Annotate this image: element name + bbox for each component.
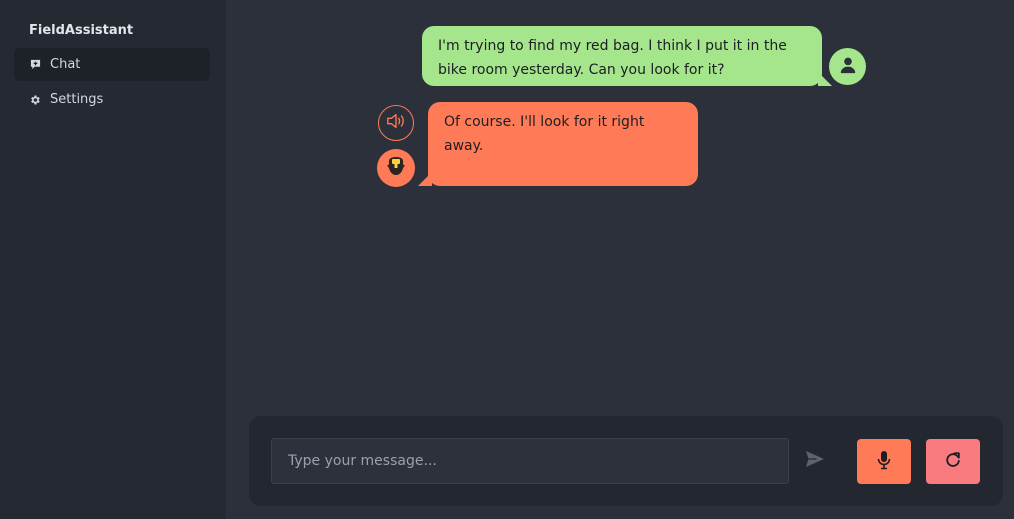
user-message: I'm trying to find my red bag. I think I… — [422, 26, 832, 86]
robot-icon — [384, 154, 408, 182]
sidebar-item-label: Settings — [50, 92, 104, 107]
sidebar-item-chat[interactable]: Chat — [14, 48, 210, 81]
gear-icon — [29, 94, 41, 106]
user-icon — [839, 56, 857, 78]
refresh-icon — [944, 451, 962, 473]
voice-input-button[interactable] — [857, 439, 911, 484]
sidebar-item-settings[interactable]: Settings — [14, 83, 210, 116]
send-button[interactable] — [803, 449, 827, 473]
chat-area: I'm trying to find my red bag. I think I… — [226, 0, 1014, 519]
user-avatar — [829, 48, 866, 85]
composer — [249, 416, 1003, 506]
message-input[interactable] — [271, 438, 789, 484]
speaker-icon — [385, 111, 407, 135]
chat-icon — [29, 59, 41, 71]
send-icon — [805, 450, 825, 472]
app-window: FieldAssistant Chat Settings I'm trying … — [0, 0, 1014, 519]
microphone-icon — [877, 450, 891, 474]
reset-chat-button[interactable] — [926, 439, 980, 484]
assistant-avatar — [377, 149, 415, 187]
app-title: FieldAssistant — [29, 23, 134, 38]
assistant-message: Of course. I'll look for it right away. — [418, 102, 698, 186]
sidebar-item-label: Chat — [50, 57, 81, 72]
sidebar: FieldAssistant Chat Settings — [0, 0, 226, 519]
play-audio-button[interactable] — [378, 105, 414, 141]
